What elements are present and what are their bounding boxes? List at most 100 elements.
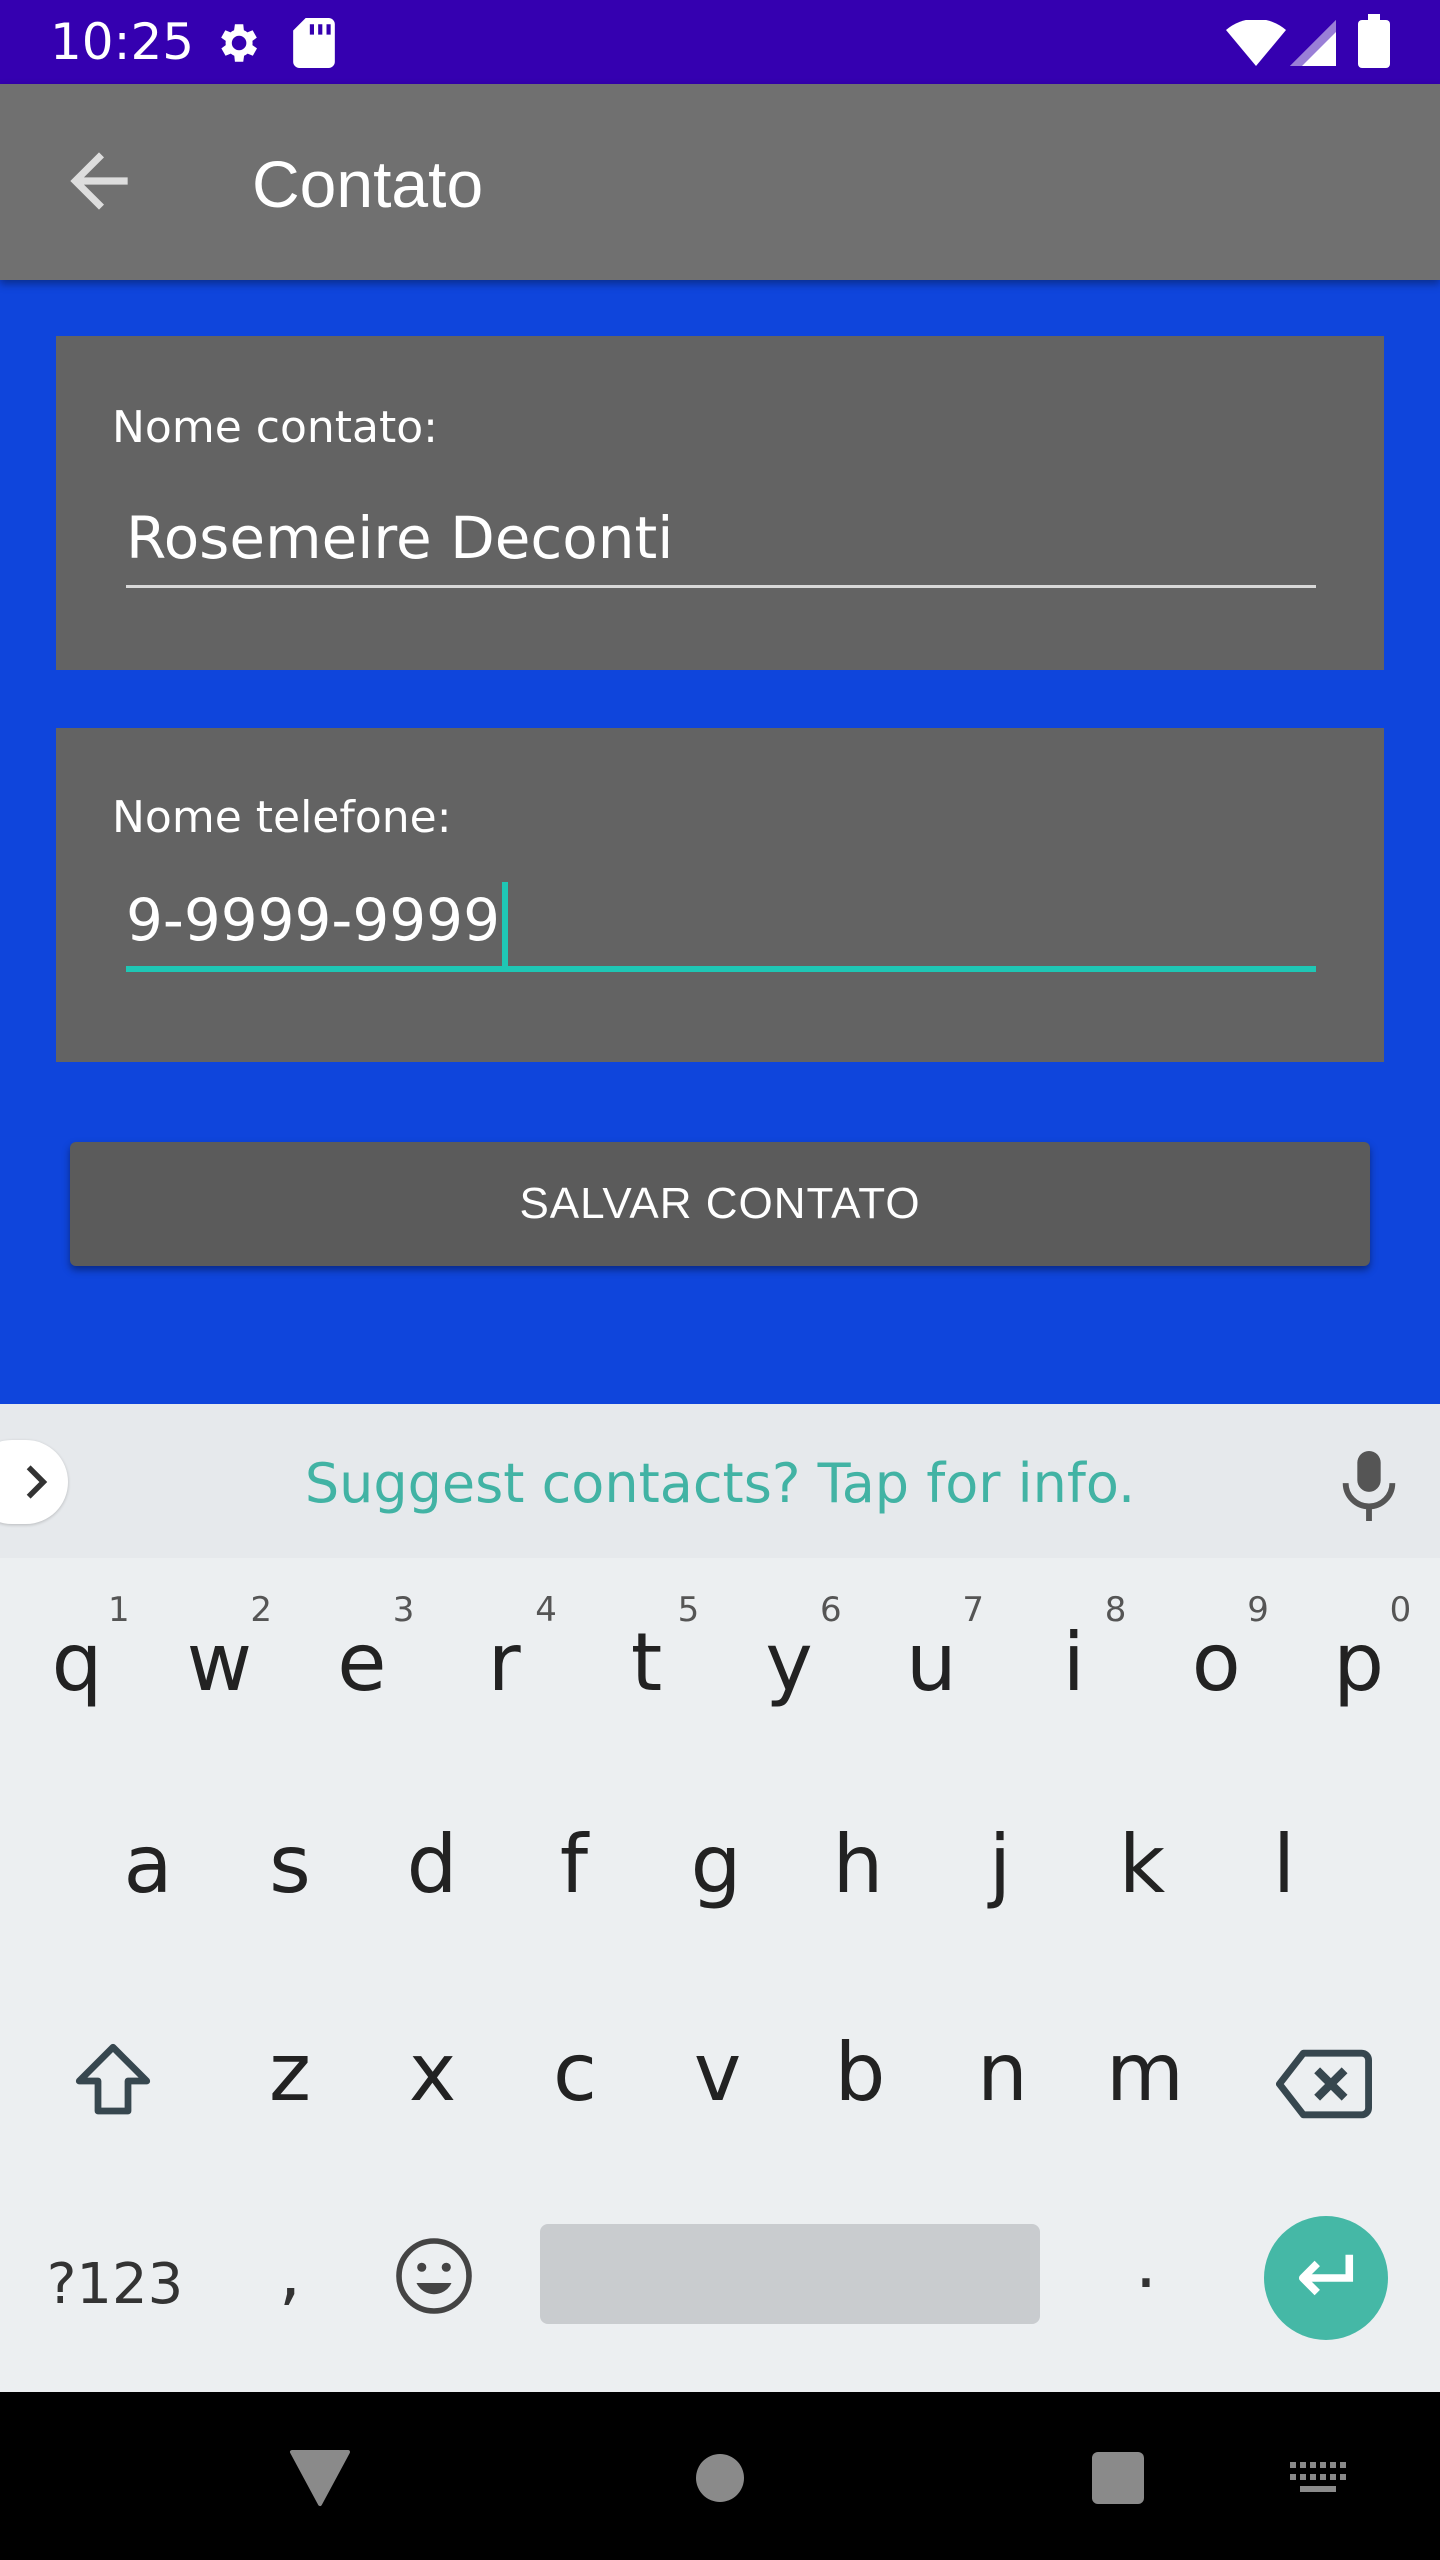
key-number-hint: 1 — [108, 1590, 130, 1630]
key-m[interactable]: m — [1074, 2018, 1216, 2128]
arrow-back-icon — [70, 152, 128, 210]
key-h[interactable]: h — [787, 1810, 929, 1920]
contact-name-field[interactable]: Rosemeire Deconti — [126, 488, 1316, 588]
key-g[interactable]: g — [645, 1810, 787, 1920]
nav-recents-icon — [1092, 2452, 1144, 2504]
nav-recents-button[interactable] — [1090, 2450, 1146, 2511]
key-letter: g — [690, 1818, 742, 1911]
key-letter: h — [832, 1818, 884, 1911]
key-n[interactable]: n — [932, 2018, 1074, 2128]
backspace-key[interactable] — [1276, 2044, 1372, 2124]
app-bar: Contato — [0, 84, 1440, 280]
space-key[interactable] — [540, 2224, 1040, 2324]
key-u[interactable]: u7 — [860, 1590, 1002, 1718]
key-number-hint: 2 — [250, 1590, 273, 1630]
key-letter: n — [977, 2026, 1028, 2119]
key-t[interactable]: t5 — [576, 1590, 718, 1718]
content-area: Nome contato: Rosemeire Deconti Nome tel… — [0, 280, 1440, 1404]
mic-button[interactable] — [1334, 1448, 1404, 1524]
key-b[interactable]: b — [789, 2018, 931, 2128]
key-letter: k — [1118, 1818, 1166, 1911]
sd-card-icon — [292, 18, 336, 73]
nav-back-button[interactable] — [288, 2448, 352, 2513]
enter-icon — [1298, 2254, 1354, 2296]
symbols-key[interactable]: ?123 — [30, 2230, 200, 2340]
page-title: Contato — [252, 147, 484, 221]
key-r[interactable]: r4 — [433, 1590, 575, 1718]
key-c[interactable]: c — [504, 2018, 646, 2128]
phone-card: Nome telefone: 9-9999-9999 — [56, 728, 1384, 1062]
key-a[interactable]: a — [77, 1810, 219, 1920]
key-letter: s — [269, 1818, 311, 1911]
key-p[interactable]: p0 — [1288, 1590, 1430, 1718]
emoji-icon — [396, 2238, 472, 2314]
contact-name-value: Rosemeire Deconti — [126, 504, 674, 572]
contact-name-card: Nome contato: Rosemeire Deconti — [56, 336, 1384, 670]
keyboard-icon — [1290, 2462, 1346, 2492]
key-k[interactable]: k — [1071, 1810, 1213, 1920]
battery-icon — [1358, 14, 1390, 73]
key-number-hint: 0 — [1389, 1590, 1412, 1630]
phone-value: 9-9999-9999 — [126, 886, 500, 954]
key-o[interactable]: o9 — [1145, 1590, 1287, 1718]
key-y[interactable]: y6 — [718, 1590, 860, 1718]
key-v[interactable]: v — [647, 2018, 789, 2128]
key-letter: b — [834, 2026, 886, 2119]
key-letter: l — [1272, 1818, 1296, 1911]
key-letter: a — [123, 1818, 173, 1911]
key-number-hint: 5 — [677, 1590, 700, 1630]
key-w[interactable]: w2 — [148, 1590, 290, 1718]
key-e[interactable]: e3 — [291, 1590, 433, 1718]
enter-key[interactable] — [1264, 2216, 1388, 2340]
status-time: 10:25 — [50, 13, 195, 71]
period-key[interactable]: . — [1106, 2208, 1186, 2318]
key-x[interactable]: x — [362, 2018, 504, 2128]
key-letter: j — [988, 1818, 1012, 1911]
suggest-contacts-prompt[interactable]: Suggest contacts? Tap for info. — [0, 1444, 1440, 1524]
key-q[interactable]: q1 — [6, 1590, 148, 1718]
nav-home-icon — [696, 2454, 744, 2502]
phone-value-wrap: 9-9999-9999 — [126, 870, 508, 970]
key-s[interactable]: s — [219, 1810, 361, 1920]
save-contact-button[interactable]: SALVAR CONTATO — [70, 1142, 1370, 1266]
backspace-icon — [1276, 2049, 1372, 2119]
shift-key[interactable] — [68, 2036, 158, 2126]
key-letter: z — [269, 2026, 311, 2119]
key-d[interactable]: d — [361, 1810, 503, 1920]
text-cursor — [501, 881, 508, 966]
signal-icon — [1290, 20, 1336, 71]
navigation-bar — [0, 2392, 1440, 2560]
key-number-hint: 7 — [962, 1590, 985, 1630]
key-z[interactable]: z — [219, 2018, 361, 2128]
phone-label: Nome telefone: — [112, 792, 452, 843]
key-number-hint: 4 — [535, 1590, 557, 1630]
key-l[interactable]: l — [1213, 1810, 1355, 1920]
shift-icon — [75, 2043, 151, 2115]
key-number-hint: 9 — [1247, 1590, 1269, 1630]
nav-home-button[interactable] — [694, 2452, 746, 2509]
settings-icon — [212, 18, 262, 73]
status-bar: 10:25 — [0, 0, 1440, 84]
key-letter: c — [553, 2026, 597, 2119]
keyboard-switch-button[interactable] — [1290, 2462, 1348, 2501]
key-letter: d — [406, 1818, 458, 1911]
emoji-key[interactable] — [392, 2234, 476, 2318]
key-letter: m — [1106, 2026, 1184, 2119]
key-number-hint: 3 — [392, 1590, 415, 1630]
key-number-hint: 8 — [1104, 1590, 1127, 1630]
key-f[interactable]: f — [503, 1810, 645, 1920]
contact-name-label: Nome contato: — [112, 402, 438, 453]
back-button[interactable] — [56, 138, 142, 224]
wifi-icon — [1226, 18, 1286, 71]
phone-field[interactable]: 9-9999-9999 — [126, 870, 1316, 972]
comma-key[interactable]: , — [250, 2218, 330, 2328]
key-letter: f — [559, 1818, 589, 1911]
key-number-hint: 6 — [820, 1590, 842, 1630]
key-j[interactable]: j — [929, 1810, 1071, 1920]
key-letter: x — [408, 2026, 457, 2119]
keyboard: q1w2e3r4t5y6u7i8o9p0 a s d f gh j k l z x c vbnm ?… — [0, 1558, 1440, 2392]
nav-back-icon — [290, 2450, 350, 2506]
key-i[interactable]: i8 — [1003, 1590, 1145, 1718]
phone-underline — [126, 966, 1316, 972]
suggestion-strip: Suggest contacts? Tap for info. — [0, 1404, 1440, 1558]
